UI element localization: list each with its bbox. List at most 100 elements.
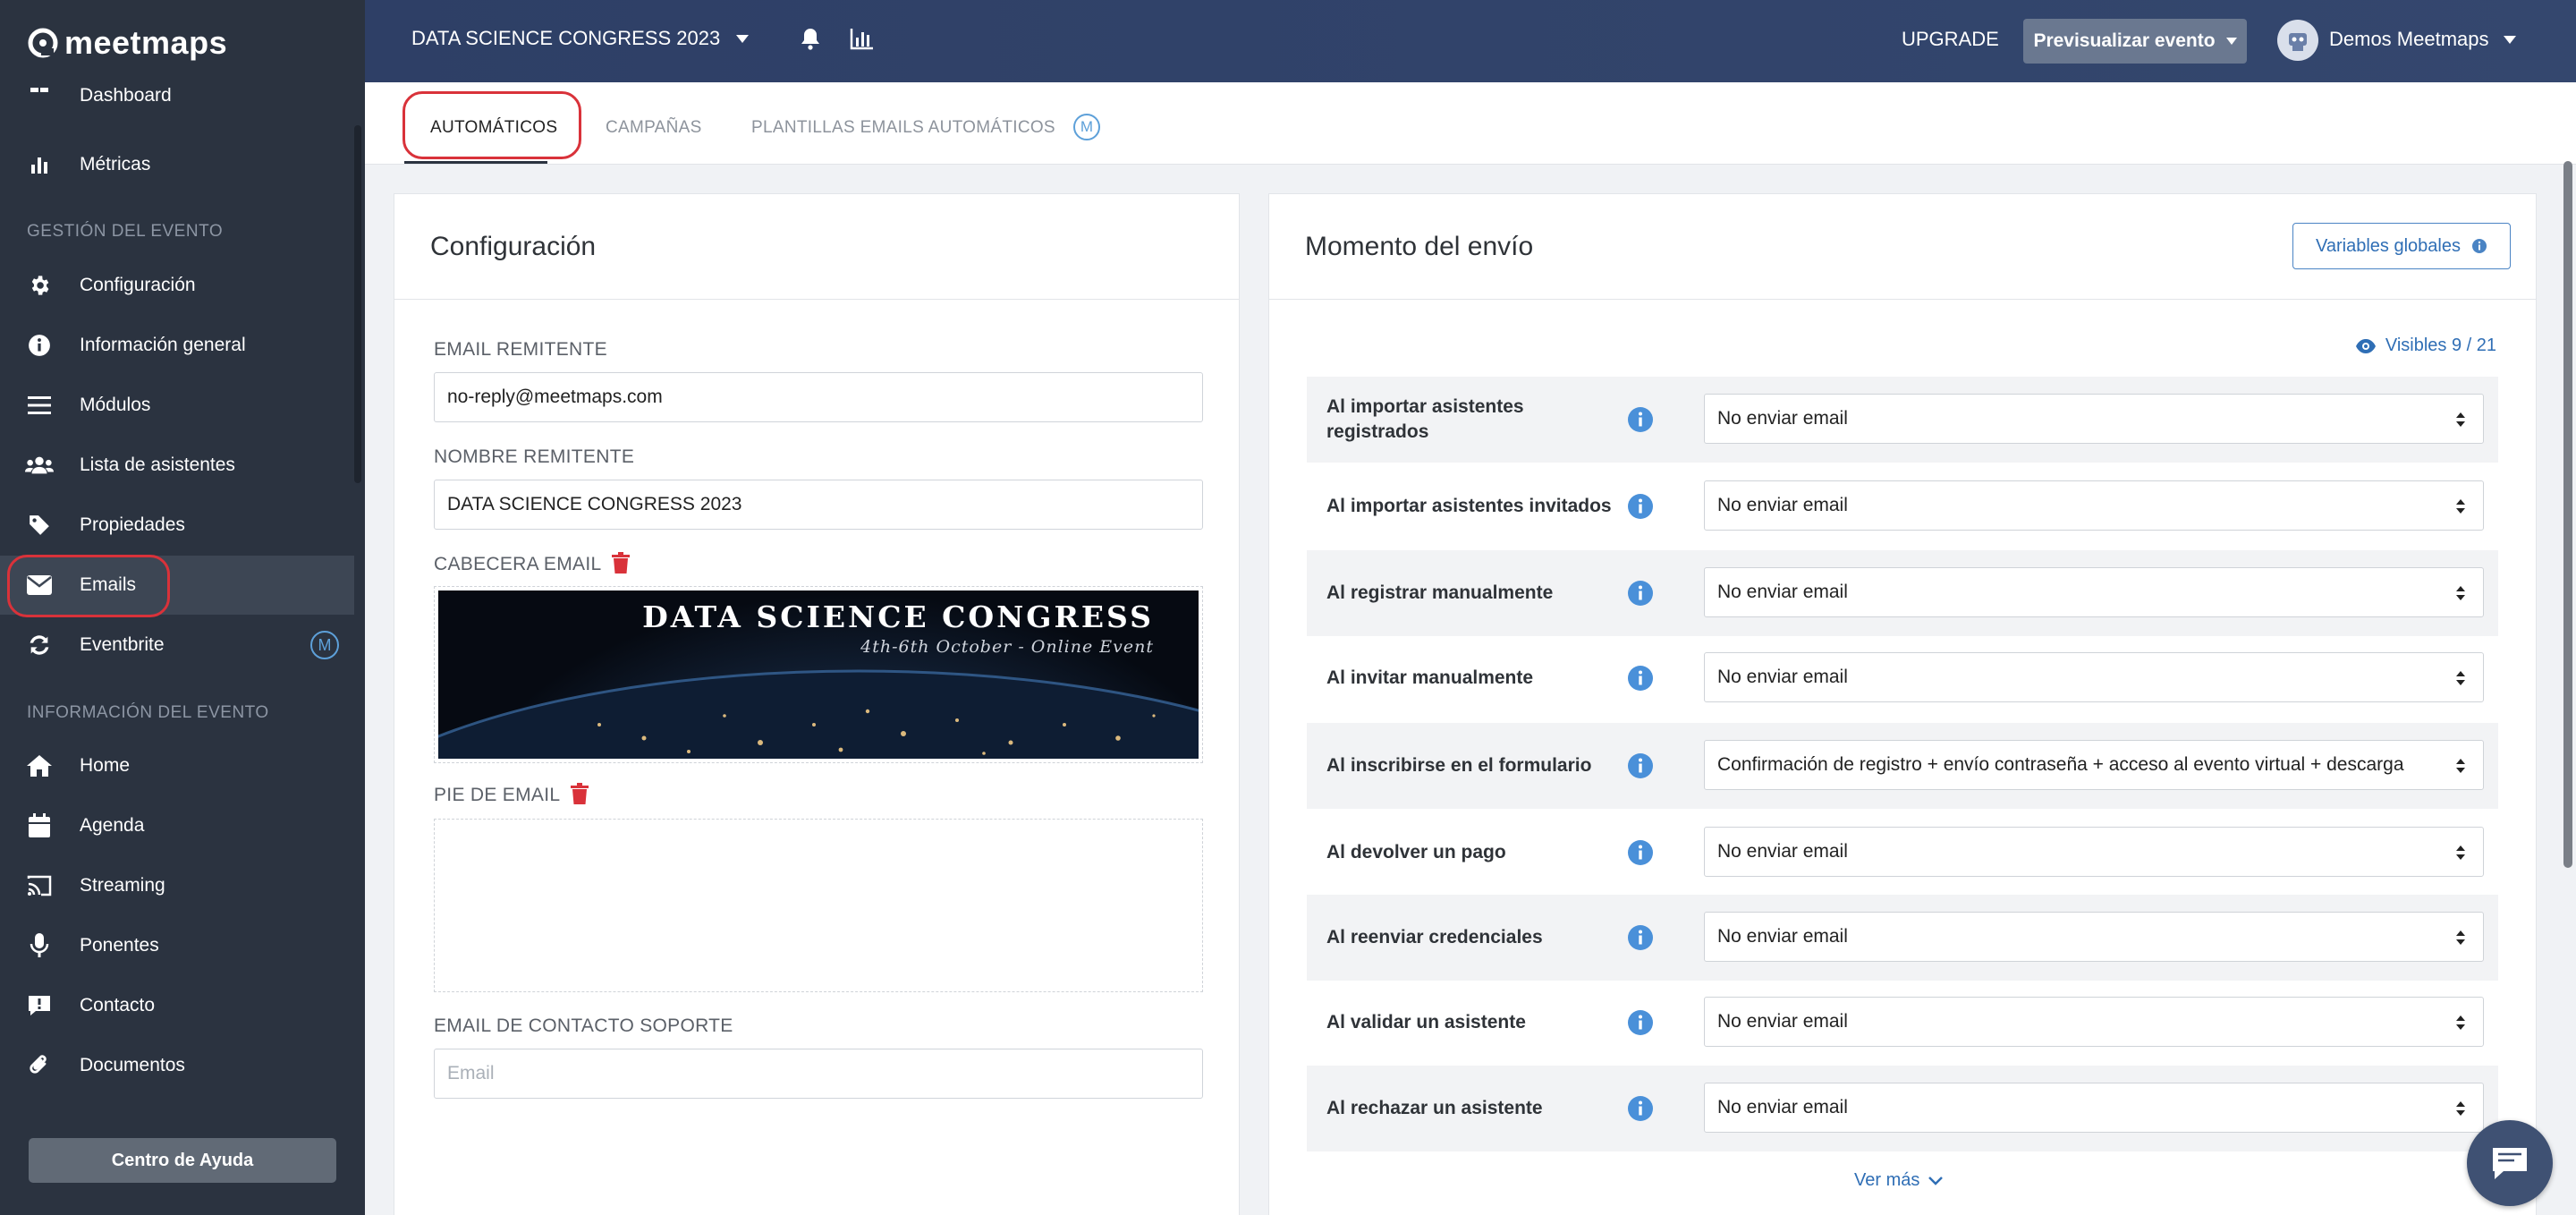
top-bar: DATA SCIENCE CONGRESS 2023 UPGRADE Previ… <box>365 0 2576 82</box>
preview-event-button[interactable]: Previsualizar evento <box>2023 19 2247 64</box>
sidebar-item-propiedades[interactable]: Propiedades <box>0 496 354 555</box>
email-template-select[interactable]: No enviar email <box>1704 912 2484 962</box>
send-moment-card: Momento del envío Variables globales Vis… <box>1268 193 2537 1215</box>
visible-count[interactable]: Visibles 9 / 21 <box>2355 336 2496 356</box>
sidebar-item-modulos[interactable]: Módulos <box>0 376 354 435</box>
see-more-link[interactable]: Ver más <box>1854 1170 1944 1191</box>
sidebar-item-emails[interactable]: Emails <box>0 556 354 615</box>
sync-icon <box>25 633 54 658</box>
main-scrollbar[interactable] <box>2563 161 2572 868</box>
tab-automaticos[interactable]: AUTOMÁTICOS <box>430 118 557 138</box>
sidebar-item-lista-de-asistentes[interactable]: Lista de asistentes <box>0 436 354 495</box>
send-moment-row: Al devolver un pago No enviar email <box>1307 810 2498 896</box>
support-email-label: EMAIL DE CONTACTO SOPORTE <box>434 1015 733 1036</box>
chat-button[interactable] <box>2467 1120 2553 1206</box>
info-icon[interactable] <box>1627 1009 1654 1036</box>
sidebar-item-label: Configuración <box>80 275 196 295</box>
select-arrows-icon <box>2456 844 2465 862</box>
send-moment-card-title: Momento del envío <box>1305 232 1534 261</box>
sidebar-item-label: Lista de asistentes <box>80 455 235 475</box>
delete-header-icon[interactable] <box>612 552 630 574</box>
sidebar-item-ponentes[interactable]: Ponentes <box>0 916 354 975</box>
sidebar-item-label: Documentos <box>80 1055 185 1075</box>
chat-icon <box>2493 1148 2527 1179</box>
info-icon[interactable] <box>1627 752 1654 779</box>
users-icon <box>25 453 54 478</box>
info-icon[interactable] <box>1627 1095 1654 1122</box>
email-template-select[interactable]: No enviar email <box>1704 567 2484 617</box>
select-arrows-icon <box>2456 669 2465 687</box>
user-menu[interactable]: Demos Meetmaps <box>2329 28 2516 51</box>
email-template-select[interactable]: Confirmación de registro + envío contras… <box>1704 740 2484 790</box>
email-template-value: No enviar email <box>1717 408 1848 429</box>
envelope-icon <box>25 573 54 598</box>
sidebar-item-home[interactable]: Home <box>0 736 354 795</box>
select-arrows-icon <box>2456 929 2465 947</box>
dashboard-icon <box>25 88 54 106</box>
section-heading-event-management: GESTIÓN DEL EVENTO <box>27 222 224 241</box>
event-selector[interactable]: DATA SCIENCE CONGRESS 2023 <box>411 27 750 50</box>
info-icon[interactable] <box>1627 924 1654 951</box>
info-icon[interactable] <box>1627 665 1654 692</box>
email-template-select[interactable]: No enviar email <box>1704 480 2484 531</box>
send-moment-label: Al inscribirse en el formulario <box>1326 755 1592 776</box>
send-moment-row: Al importar asistentes invitados No envia… <box>1307 463 2498 549</box>
sidebar-item-agenda[interactable]: Agenda <box>0 796 354 855</box>
info-icon[interactable] <box>1627 580 1654 607</box>
sidebar-item-label: Información general <box>80 335 246 355</box>
home-icon <box>25 753 54 778</box>
sender-name-label: NOMBRE REMITENTE <box>434 446 635 467</box>
tab-campanas[interactable]: CAMPAÑAS <box>606 118 702 138</box>
global-variables-button[interactable]: Variables globales <box>2292 223 2511 269</box>
delete-footer-icon[interactable] <box>571 783 589 804</box>
sidebar-item-contacto[interactable]: Contacto <box>0 976 354 1035</box>
sidebar-item-eventbrite[interactable]: Eventbrite M <box>0 616 354 675</box>
sender-email-input[interactable] <box>434 372 1203 422</box>
bell-icon[interactable] <box>800 27 823 50</box>
sidebar-item-informacion-general[interactable]: Información general <box>0 316 354 375</box>
sidebar-item-streaming[interactable]: Streaming <box>0 856 354 915</box>
tab-plantillas-emails-automaticos[interactable]: PLANTILLAS EMAILS AUTOMÁTICOS <box>751 118 1055 138</box>
support-email-input[interactable] <box>434 1049 1203 1099</box>
info-icon[interactable] <box>1627 839 1654 866</box>
send-moment-label: Al devolver un pago <box>1326 842 1506 862</box>
sidebar-item-documentos[interactable]: Documentos <box>0 1036 354 1095</box>
meetmaps-logo-icon <box>28 28 58 58</box>
email-template-select[interactable]: No enviar email <box>1704 652 2484 702</box>
event-name: DATA SCIENCE CONGRESS 2023 <box>411 27 721 49</box>
sidebar-item-label: Home <box>80 755 131 776</box>
config-card: Configuración EMAIL REMITENTE NOMBRE REM… <box>394 193 1240 1215</box>
sender-name-input[interactable] <box>434 480 1203 530</box>
avatar[interactable] <box>2277 20 2318 61</box>
tag-icon <box>25 513 54 538</box>
stats-icon[interactable] <box>850 27 873 50</box>
email-template-select[interactable]: No enviar email <box>1704 997 2484 1047</box>
config-card-title: Configuración <box>430 232 597 261</box>
email-template-value: Confirmación de registro + envío contras… <box>1717 754 2404 775</box>
premium-badge: M <box>1073 114 1100 140</box>
info-icon[interactable] <box>1627 406 1654 433</box>
sidebar-scrollbar[interactable] <box>354 125 361 483</box>
email-header-image[interactable]: DATA SCIENCE CONGRESS 4th-6th October - … <box>434 586 1203 763</box>
app-logo[interactable]: meetmaps <box>27 23 227 63</box>
sidebar-item-label: Agenda <box>80 815 145 836</box>
sidebar-item-label: Módulos <box>80 395 151 415</box>
email-template-select[interactable]: No enviar email <box>1704 394 2484 444</box>
send-moment-row: Al importar asistentes registrados No env… <box>1307 377 2498 463</box>
info-circle-icon <box>25 333 54 358</box>
send-moment-label: Al reenviar credenciales <box>1326 927 1543 947</box>
sidebar-item-dashboard[interactable]: Dashboard <box>0 88 354 118</box>
info-icon <box>2471 239 2487 253</box>
caret-down-icon <box>2225 38 2237 45</box>
upgrade-link[interactable]: UPGRADE <box>1902 28 1999 51</box>
email-footer-dropzone[interactable] <box>434 819 1203 992</box>
email-template-select[interactable]: No enviar email <box>1704 827 2484 877</box>
premium-badge: M <box>310 631 339 659</box>
email-template-select[interactable]: No enviar email <box>1704 1083 2484 1133</box>
paperclip-icon <box>25 1053 54 1078</box>
sidebar-item-metricas[interactable]: Métricas <box>0 135 354 194</box>
email-header-label: CABECERA EMAIL <box>434 554 602 574</box>
info-icon[interactable] <box>1627 493 1654 520</box>
sidebar-item-configuracion[interactable]: Configuración <box>0 256 354 315</box>
help-center-button[interactable]: Centro de Ayuda <box>29 1138 336 1183</box>
